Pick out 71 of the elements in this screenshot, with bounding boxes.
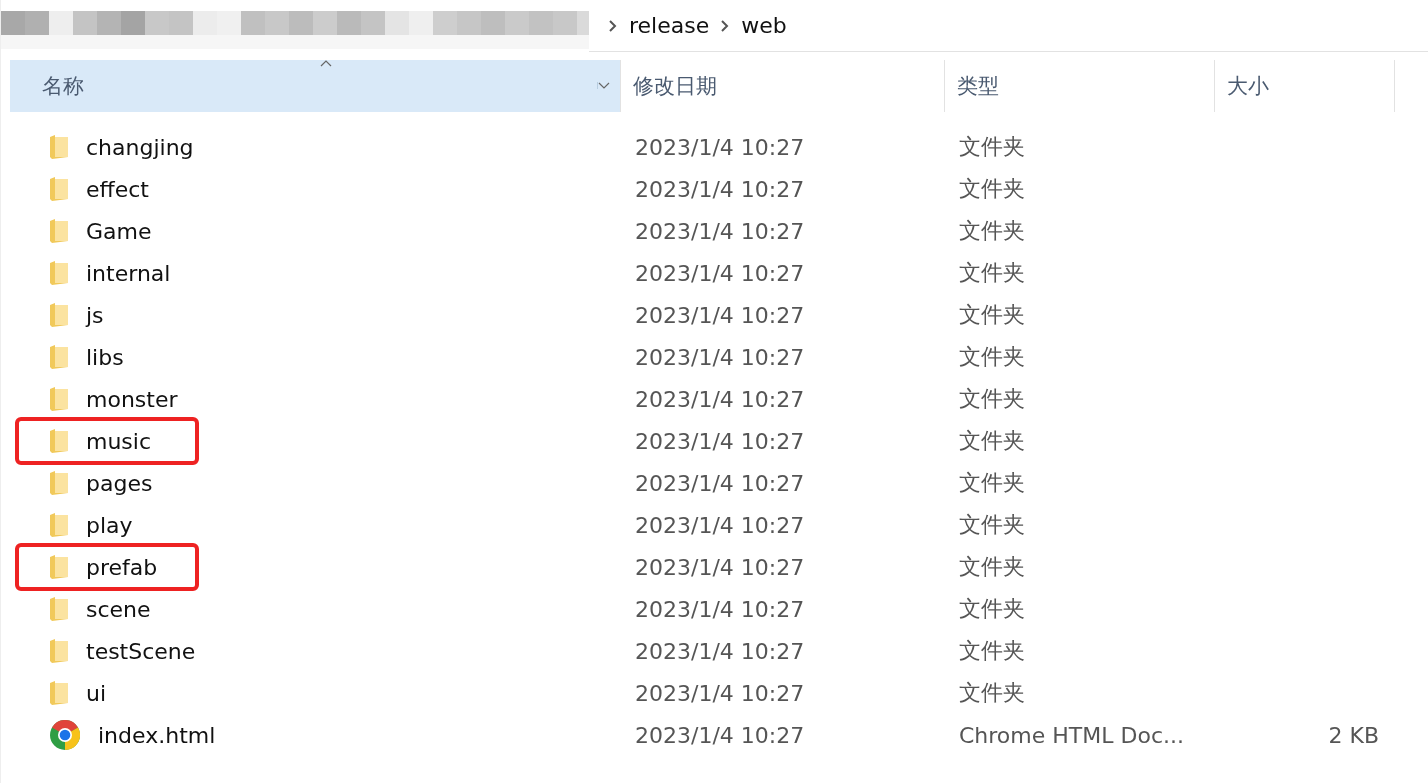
modified-date: 2023/1/4 10:27	[634, 722, 806, 748]
file-name[interactable]: Game	[86, 218, 152, 244]
modified-date: 2023/1/4 10:27	[634, 218, 806, 244]
modified-date: 2023/1/4 10:27	[634, 260, 806, 286]
file-type: 文件夹	[958, 217, 1026, 245]
file-size: 2 KB	[1328, 722, 1379, 748]
modified-date: 2023/1/4 10:27	[634, 134, 806, 160]
file-type: 文件夹	[958, 595, 1026, 623]
file-type: 文件夹	[958, 553, 1026, 581]
file-type: 文件夹	[958, 175, 1026, 203]
modified-date: 2023/1/4 10:27	[634, 512, 806, 538]
file-type: 文件夹	[958, 637, 1026, 665]
modified-date: 2023/1/4 10:27	[634, 344, 806, 370]
file-name[interactable]: prefab	[86, 554, 158, 580]
file-type: 文件夹	[958, 259, 1026, 287]
modified-date: 2023/1/4 10:27	[634, 554, 806, 580]
file-name[interactable]: libs	[86, 344, 124, 370]
modified-date: 2023/1/4 10:27	[634, 386, 806, 412]
file-name[interactable]: js	[86, 302, 104, 328]
modified-date: 2023/1/4 10:27	[634, 680, 806, 706]
dropdown-icon[interactable]	[597, 82, 610, 89]
file-name[interactable]: internal	[86, 260, 171, 286]
file-name[interactable]: pages	[86, 470, 153, 496]
file-name[interactable]: index.html	[98, 722, 216, 748]
folder-icon	[50, 219, 68, 243]
folder-icon	[50, 555, 68, 579]
column-header[interactable]: 修改日期	[621, 60, 945, 112]
file-type: Chrome HTML Doc...	[958, 722, 1185, 748]
folder-icon	[50, 597, 68, 621]
column-header[interactable]: 类型	[945, 60, 1215, 112]
modified-date: 2023/1/4 10:27	[634, 176, 806, 202]
folder-icon	[50, 345, 68, 369]
file-type: 文件夹	[958, 343, 1026, 371]
breadcrumb-item[interactable]: web	[741, 13, 787, 38]
file-name[interactable]: ui	[86, 680, 107, 706]
breadcrumb-item[interactable]: release	[629, 13, 710, 38]
column-header[interactable]: 名称	[10, 60, 621, 112]
file-type: 文件夹	[958, 301, 1026, 329]
modified-date: 2023/1/4 10:27	[634, 470, 806, 496]
folder-icon	[50, 471, 68, 495]
folder-icon	[50, 387, 68, 411]
column-header[interactable]: 大小	[1215, 60, 1395, 112]
folder-icon	[50, 135, 68, 159]
file-name[interactable]: changjing	[86, 134, 194, 160]
folder-icon	[50, 429, 68, 453]
chevron-icon	[721, 19, 730, 32]
file-name[interactable]: testScene	[86, 638, 196, 664]
file-type: 文件夹	[958, 679, 1026, 707]
modified-date: 2023/1/4 10:27	[634, 428, 806, 454]
file-name[interactable]: music	[86, 428, 152, 454]
file-type: 文件夹	[958, 385, 1026, 413]
file-type: 文件夹	[958, 511, 1026, 539]
sort-ascending-icon	[320, 60, 332, 67]
folder-icon	[50, 639, 68, 663]
file-type: 文件夹	[958, 133, 1026, 161]
modified-date: 2023/1/4 10:27	[634, 596, 806, 622]
file-type: 文件夹	[958, 469, 1026, 497]
folder-icon	[50, 177, 68, 201]
chevron-icon	[609, 19, 617, 32]
file-name[interactable]: scene	[86, 596, 151, 622]
chrome-icon	[50, 720, 80, 750]
modified-date: 2023/1/4 10:27	[634, 638, 806, 664]
folder-icon	[50, 681, 68, 705]
folder-icon	[50, 513, 68, 537]
file-name[interactable]: monster	[86, 386, 178, 412]
folder-icon	[50, 303, 68, 327]
file-type: 文件夹	[958, 427, 1026, 455]
folder-icon	[50, 261, 68, 285]
file-name[interactable]: effect	[86, 176, 149, 202]
file-name[interactable]: play	[86, 512, 133, 538]
modified-date: 2023/1/4 10:27	[634, 302, 806, 328]
